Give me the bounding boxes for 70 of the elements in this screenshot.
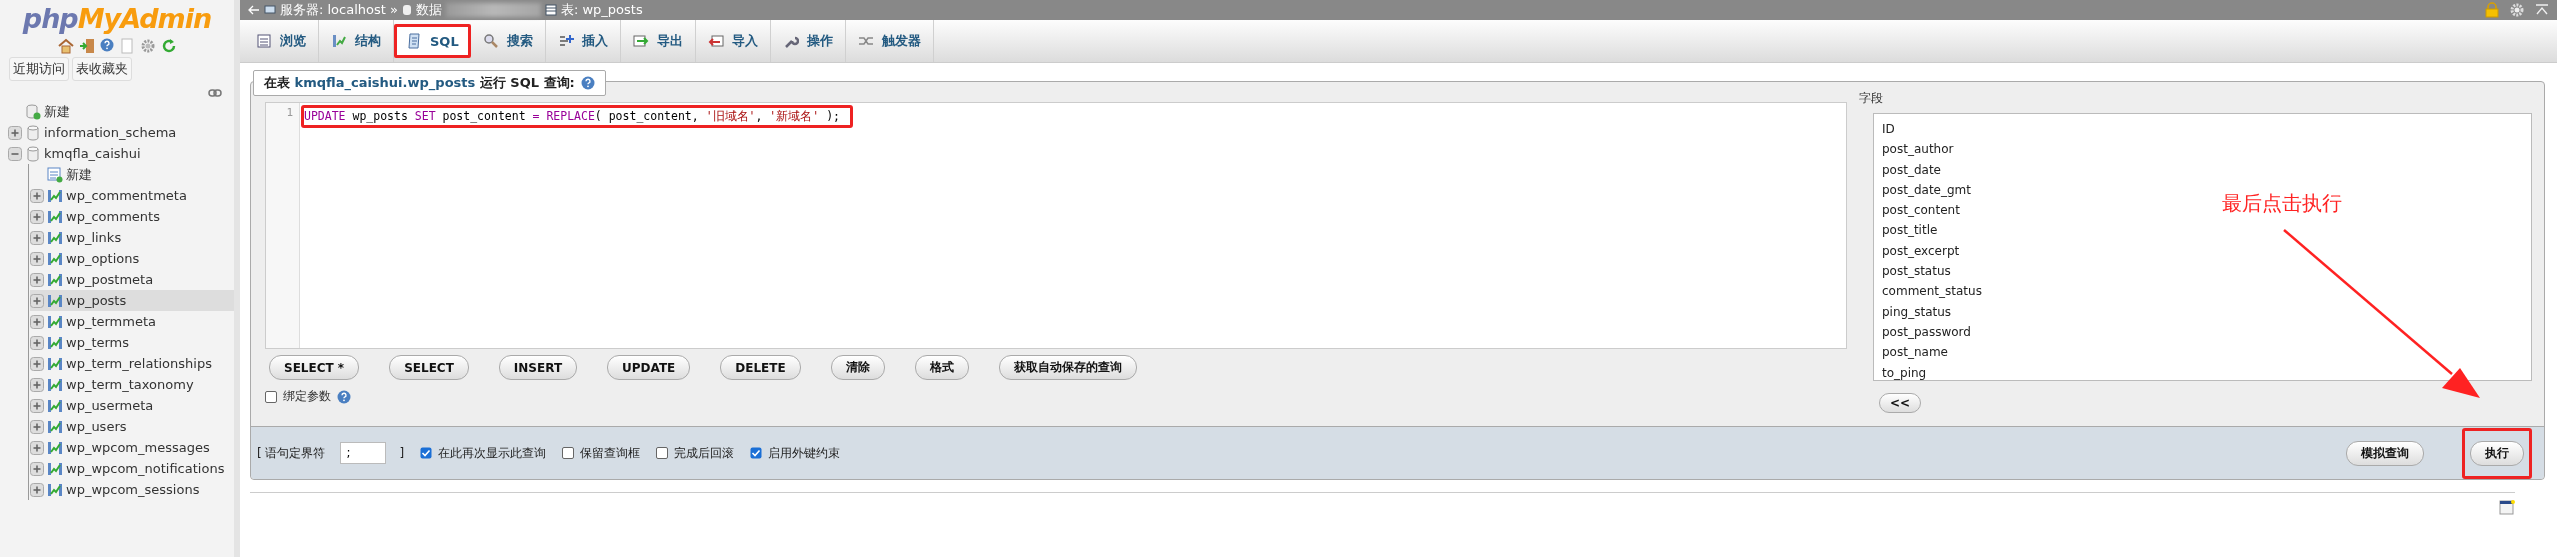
- tree-item[interactable]: wp_links: [30, 227, 234, 248]
- tab[interactable]: 插入: [545, 20, 621, 62]
- tree-item[interactable]: wp_commentmeta: [30, 185, 234, 206]
- field-item[interactable]: ID: [1882, 122, 1895, 143]
- panel-legend: 在表 kmqfla_caishui.wp_posts 运行 SQL 查询:: [264, 74, 575, 92]
- delimiter-label: ]: [399, 446, 405, 460]
- tree-item[interactable]: wp_usermeta: [30, 395, 234, 416]
- checkbox-label: 完成后回滚: [674, 444, 735, 462]
- tab[interactable]: SQL: [394, 24, 471, 58]
- logo: phpMyAdmin: [22, 2, 212, 36]
- tree-item[interactable]: information_schema: [8, 122, 234, 143]
- tree-item[interactable]: wp_comments: [30, 206, 234, 227]
- delimiter-label: [ 语句定界符: [257, 444, 326, 462]
- tab[interactable]: 搜索: [470, 20, 546, 62]
- tree-item[interactable]: wp_postmeta: [30, 269, 234, 290]
- checkbox-label: 在此再次显示此查询: [438, 444, 547, 462]
- tree-item[interactable]: 新建: [30, 164, 234, 185]
- line-number: 1: [285, 106, 293, 119]
- field-item[interactable]: post_excerpt: [1882, 243, 1960, 265]
- tab[interactable]: 触发器: [845, 20, 934, 62]
- tree-item[interactable]: wp_term_taxonomy: [30, 374, 234, 395]
- tree-item[interactable]: wp_termmeta: [30, 311, 234, 332]
- delimiter-field[interactable]: ;: [339, 442, 386, 464]
- tree-item[interactable]: wp_options: [30, 248, 234, 269]
- field-item[interactable]: post_content: [1882, 203, 1960, 224]
- snippet-button[interactable]: DELETE: [720, 355, 801, 380]
- field-item[interactable]: comment_status: [1882, 284, 1982, 305]
- snippet-button[interactable]: SELECT *: [269, 355, 360, 380]
- checkbox-label: 绑定参数: [283, 388, 331, 405]
- checkbox-label: 保留查询框: [580, 444, 641, 462]
- sidebar-button[interactable]: 表收藏夹: [72, 57, 132, 81]
- database-link[interactable]: 数据: [415, 1, 442, 19]
- action-button[interactable]: 执行: [2470, 440, 2524, 466]
- field-item[interactable]: ping_status: [1882, 304, 1952, 325]
- sql-editor[interactable]: 1 UPDATE wp_posts SET post_content = REPLACE( post_content, '旧域名', '新域名' );: [265, 102, 1847, 349]
- field-item[interactable]: post_title: [1882, 223, 1938, 244]
- checkbox-label: 启用外键约束: [768, 444, 841, 462]
- tree-item[interactable]: wp_users: [30, 416, 234, 437]
- table-link[interactable]: kmqfla_caishui.wp_posts: [294, 75, 476, 90]
- snippet-button[interactable]: 获取自动保存的查询: [998, 355, 1137, 380]
- snippet-button[interactable]: UPDATE: [607, 355, 691, 380]
- action-button[interactable]: 模拟查询: [2346, 440, 2424, 466]
- field-item[interactable]: post_author: [1882, 142, 1954, 163]
- table-link[interactable]: 表: wp_posts: [560, 1, 643, 19]
- annotation-note: 最后点击执行: [2222, 190, 2342, 217]
- insert-field-button[interactable]: <<: [1879, 393, 1922, 413]
- snippet-button[interactable]: SELECT: [389, 355, 469, 380]
- snippet-button[interactable]: INSERT: [498, 355, 578, 380]
- field-item[interactable]: post_date_gmt: [1882, 182, 1971, 204]
- fields-title: 字段: [1859, 90, 1884, 107]
- tab[interactable]: 操作: [770, 20, 846, 62]
- sidebar-button[interactable]: 近期访问: [9, 57, 69, 81]
- server-link[interactable]: 服务器: localhost »: [280, 1, 398, 19]
- tree-item[interactable]: kmqfla_caishui: [8, 143, 234, 164]
- tree-item[interactable]: 新建: [8, 101, 234, 122]
- tab[interactable]: 导入: [695, 20, 771, 62]
- tree-item[interactable]: wp_terms: [30, 332, 234, 353]
- field-item[interactable]: post_date: [1882, 162, 1941, 183]
- snippet-button[interactable]: 格式: [914, 355, 969, 380]
- tree-item[interactable]: wp_term_relationships: [30, 353, 234, 374]
- tab[interactable]: 导出: [620, 20, 696, 62]
- field-item[interactable]: post_status: [1882, 264, 1951, 285]
- field-item[interactable]: post_name: [1882, 345, 1948, 366]
- tree-item[interactable]: wp_wpcom_messages: [30, 437, 234, 458]
- tree-item[interactable]: wp_posts: [30, 290, 234, 311]
- tree-item[interactable]: wp_wpcom_notifications: [30, 458, 234, 479]
- tree-item[interactable]: wp_wpcom_sessions: [30, 479, 234, 500]
- snippet-button[interactable]: 清除: [830, 355, 885, 380]
- field-item[interactable]: post_password: [1882, 324, 1971, 346]
- tab[interactable]: 浏览: [244, 20, 319, 62]
